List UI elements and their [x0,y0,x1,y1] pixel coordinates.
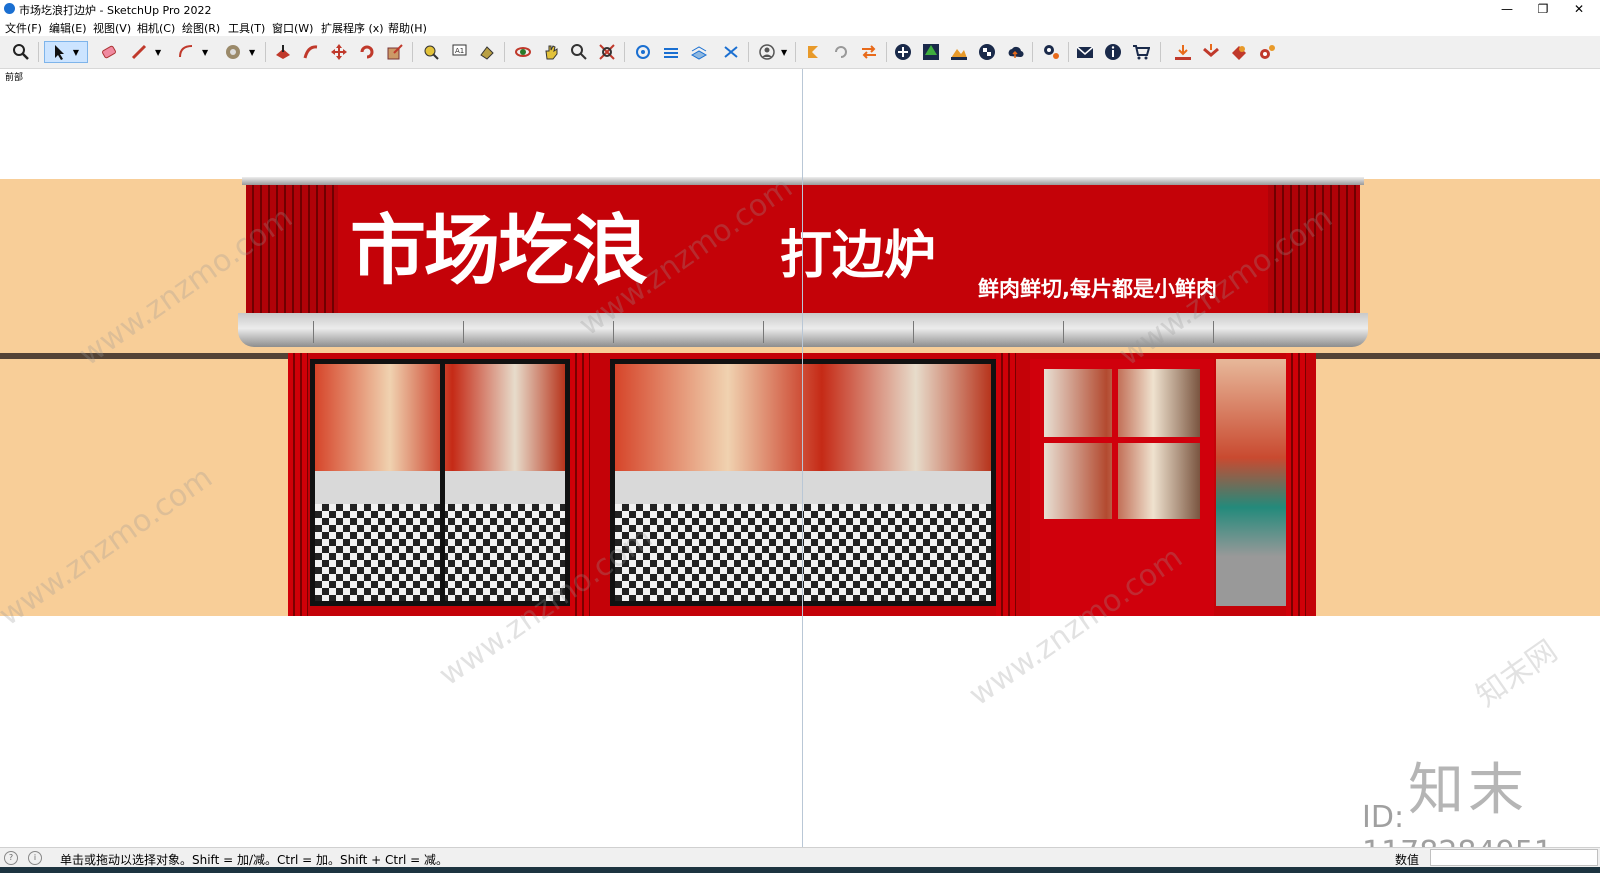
shape-dropdown-icon[interactable]: ▼ [249,48,255,57]
taskbar-strip [0,867,1600,873]
components-icon[interactable] [720,41,742,63]
menu-extensions[interactable]: 扩展程序 (x) [321,20,384,36]
cloud-icon[interactable] [1004,41,1026,63]
paint-bucket-icon[interactable] [222,41,244,63]
menu-tools[interactable]: 工具(T) [228,20,265,36]
add-icon[interactable] [892,41,914,63]
terrain-icon[interactable] [948,41,970,63]
sign-sub-text: 打边炉 [780,226,937,286]
window-right [1216,359,1286,606]
gear-icon[interactable] [1256,41,1278,63]
mail-icon[interactable] [1074,41,1096,63]
tape-measure-icon[interactable] [420,41,442,63]
select-icon[interactable]: ▼ [44,41,88,63]
sign-cornice [242,177,1364,185]
pillar-right [1286,353,1306,616]
measurements-label: 数值 [1395,853,1420,867]
pan-icon[interactable] [540,41,562,63]
scale-icon[interactable] [384,41,406,63]
orbit-icon[interactable] [512,41,534,63]
follow-me-icon[interactable] [300,41,322,63]
paint-icon[interactable] [476,41,498,63]
settings-icon[interactable] [1040,41,1062,63]
menu-help[interactable]: 帮助(H) [388,20,427,36]
sign-main-text: 市场圪浪 [350,206,648,295]
checker-icon[interactable] [976,41,998,63]
minimize-button[interactable]: — [1490,0,1524,18]
measurements-input[interactable] [1430,849,1598,866]
arc-dropdown-icon[interactable]: ▼ [202,48,208,57]
zoom-extents-icon[interactable] [596,41,618,63]
scene-tab[interactable]: 前部 [5,70,23,83]
status-hint: 单击或拖动以选择对象。Shift = 加/减。Ctrl = 加。Shift + … [60,853,449,867]
styles-icon[interactable] [688,41,710,63]
user-dropdown-icon[interactable]: ▼ [781,48,787,57]
menu-bar: 文件(F) 编辑(E) 视图(V) 相机(C) 绘图(R) 工具(T) 窗口(W… [0,18,1600,36]
text-icon[interactable]: A1 [448,41,470,63]
toolbar: ▼ ▼ ▼ ▼ A1 ▼ [0,36,1600,69]
push-pull-icon[interactable] [272,41,294,63]
status-bar: ? i 单击或拖动以选择对象。Shift = 加/减。Ctrl = 加。Shif… [0,847,1600,868]
watermark-id: ID: 1178284951 [1362,800,1553,847]
pillar-center-right [996,353,1016,616]
user-icon[interactable] [756,41,778,63]
restore-button[interactable]: ❐ [1526,0,1560,18]
geolocation-icon[interactable]: ? [4,851,18,865]
green-axis-line [802,69,803,847]
menu-edit[interactable]: 编辑(E) [49,20,87,36]
zoom-tool-icon[interactable] [568,41,590,63]
info-icon[interactable] [1102,41,1124,63]
menu-camera[interactable]: 相机(C) [137,20,175,36]
import-icon[interactable] [1200,41,1222,63]
title-bar: 市场圪浪打边炉 - SketchUp Pro 2022 — ❐ ✕ [0,0,1600,18]
transfer-icon[interactable] [858,41,880,63]
sketchup-logo-icon [4,3,15,14]
pencil-dropdown-icon[interactable]: ▼ [155,48,161,57]
tree-icon[interactable] [920,41,942,63]
section-icon[interactable] [632,41,654,63]
refresh-icon[interactable] [830,41,852,63]
menu-draw[interactable]: 绘图(R) [182,20,220,36]
model-viewport[interactable]: 前部 市场圪浪 打边炉 鲜肉鲜切,每片都是小鲜肉 www.znzmo.com w… [0,69,1600,847]
menu-file[interactable]: 文件(F) [5,20,42,36]
pencil-icon[interactable] [128,41,150,63]
layers-icon[interactable] [660,41,682,63]
window-left [310,359,570,606]
rotate-icon[interactable] [356,41,378,63]
pillar-left [288,353,308,616]
close-button[interactable]: ✕ [1562,0,1596,18]
plugin-icon[interactable] [1228,41,1250,63]
cart-icon[interactable] [1130,41,1152,63]
window-center [610,359,996,606]
eraser-icon[interactable] [98,41,120,63]
window-title: 市场圪浪打边炉 - SketchUp Pro 2022 [19,4,212,17]
zoom-icon[interactable] [10,41,32,63]
menu-view[interactable]: 视图(V) [93,20,131,36]
watermark-brand: 知末网 [1470,633,1564,715]
info-status-icon[interactable]: i [28,851,42,865]
extension-icon[interactable] [802,41,824,63]
arc-icon[interactable] [175,41,197,63]
menu-window[interactable]: 窗口(W) [272,20,313,36]
svg-text:A1: A1 [455,47,464,55]
move-icon[interactable] [328,41,350,63]
download-icon[interactable] [1172,41,1194,63]
